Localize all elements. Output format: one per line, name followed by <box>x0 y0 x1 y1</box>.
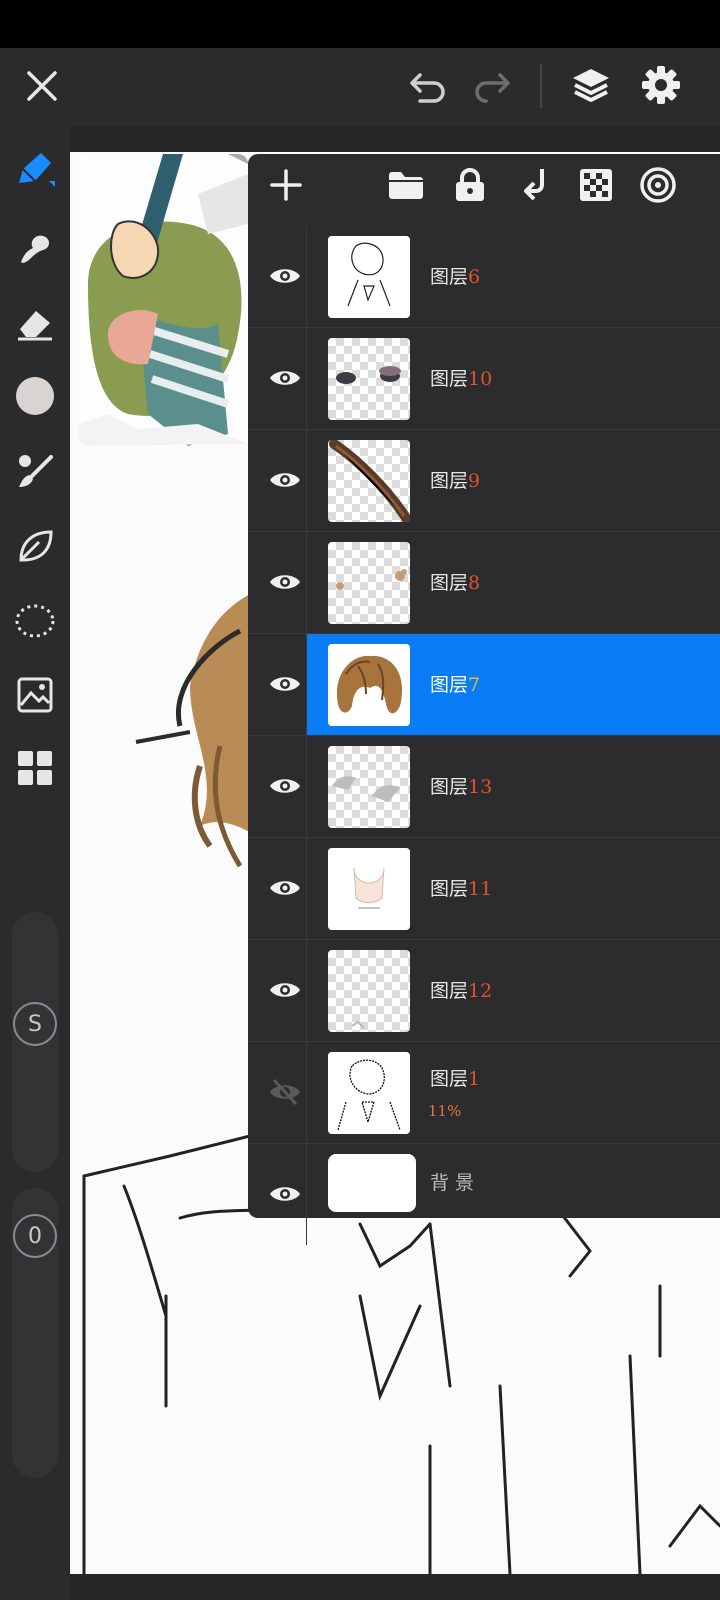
layer-row[interactable]: 图层7 <box>248 634 720 736</box>
eye-icon[interactable] <box>260 863 310 913</box>
eye-icon[interactable] <box>260 557 310 607</box>
layer-thumbnail[interactable] <box>328 440 410 522</box>
eye-icon[interactable] <box>260 659 310 709</box>
layer-thumbnail[interactable] <box>328 848 410 930</box>
leaf-icon[interactable] <box>8 519 62 573</box>
gear-icon[interactable] <box>636 60 686 110</box>
pen-tool-icon[interactable] <box>8 142 62 196</box>
layer-name: 图层12 <box>430 976 492 1003</box>
layer-row[interactable]: 图层8 <box>248 532 720 634</box>
eye-icon[interactable] <box>260 1169 310 1219</box>
grid-icon[interactable] <box>8 741 62 795</box>
layer-name: 背 景 <box>430 1168 474 1195</box>
layer-name: 图层9 <box>430 466 480 493</box>
divider <box>540 64 542 108</box>
eye-icon[interactable] <box>260 455 310 505</box>
layer-row[interactable]: 图层6 <box>248 226 720 328</box>
left-toolbar: S 0 <box>0 126 70 1600</box>
layer-row[interactable]: 图层12 <box>248 940 720 1042</box>
eye-hidden-icon[interactable] <box>260 1067 310 1117</box>
lock-icon[interactable] <box>448 160 492 210</box>
status-bar <box>0 0 720 48</box>
layer-name-prefix: 图层 <box>430 572 469 594</box>
layer-row[interactable]: 图层10 <box>248 328 720 430</box>
layer-name: 图层7 <box>430 670 480 697</box>
layer-opacity: 11% <box>428 1102 462 1120</box>
layer-row[interactable]: 图层1 11% <box>248 1042 720 1144</box>
layer-thumbnail[interactable] <box>328 338 410 420</box>
transparency-icon[interactable] <box>574 160 618 210</box>
layer-number: 10 <box>468 368 493 390</box>
layer-number: 12 <box>468 980 493 1002</box>
size-label[interactable]: S <box>13 1002 57 1046</box>
layer-name-prefix: 图层 <box>430 266 469 288</box>
layer-name-prefix: 图层 <box>430 470 469 492</box>
layer-row[interactable]: 图层13 <box>248 736 720 838</box>
layers-panel: 图层6 图层10 图层9 图层8 图层7 图层13 图层11 图层12 图层1 11% 背 景 <box>248 154 720 1245</box>
eye-icon[interactable] <box>260 761 310 811</box>
layer-name-prefix: 图层 <box>430 674 469 696</box>
layer-row[interactable]: 图层9 <box>248 430 720 532</box>
layer-thumbnail[interactable] <box>328 746 410 828</box>
layer-name-prefix: 图层 <box>430 878 469 900</box>
layer-name-prefix: 图层 <box>430 368 469 390</box>
undo-icon[interactable] <box>404 62 452 110</box>
layer-row[interactable]: 图层11 <box>248 838 720 940</box>
layer-name: 图层13 <box>430 772 492 799</box>
top-bar <box>0 48 720 126</box>
layer-number: 9 <box>468 470 481 492</box>
reference-image[interactable] <box>78 154 248 446</box>
layer-number: 11 <box>468 878 493 900</box>
add-layer-icon[interactable] <box>264 160 308 210</box>
layer-number: 1 <box>468 1068 481 1090</box>
layer-thumbnail[interactable] <box>328 236 410 318</box>
folder-icon[interactable] <box>384 160 428 210</box>
layer-thumbnail[interactable] <box>328 1052 410 1134</box>
layer-name: 图层8 <box>430 568 480 595</box>
eye-icon[interactable] <box>260 965 310 1015</box>
opacity-label[interactable]: 0 <box>13 1214 57 1258</box>
layer-name: 图层10 <box>430 364 492 391</box>
smudge-icon[interactable] <box>8 221 62 275</box>
settings-ring-icon[interactable] <box>636 160 680 210</box>
eye-icon[interactable] <box>260 251 310 301</box>
layer-thumbnail[interactable] <box>328 542 410 624</box>
layer-name: 图层1 <box>430 1064 480 1091</box>
layer-name-prefix: 图层 <box>430 776 469 798</box>
layer-row[interactable]: 背 景 <box>248 1144 720 1245</box>
layer-name: 图层11 <box>430 874 492 901</box>
canvas-border <box>70 126 720 152</box>
brush-icon[interactable] <box>8 444 62 498</box>
layer-thumbnail[interactable] <box>328 644 410 726</box>
lasso-select-icon[interactable] <box>8 594 62 648</box>
color-swatch[interactable] <box>8 369 62 423</box>
merge-down-icon[interactable] <box>512 160 556 210</box>
layer-name: 图层6 <box>430 262 480 289</box>
layer-thumbnail[interactable] <box>328 950 410 1032</box>
layer-name-prefix: 图层 <box>430 1068 469 1090</box>
layer-number: 13 <box>468 776 493 798</box>
redo-icon[interactable] <box>468 62 516 110</box>
layer-number: 7 <box>468 674 481 696</box>
layer-thumbnail[interactable] <box>328 1154 416 1212</box>
image-import-icon[interactable] <box>8 668 62 722</box>
layer-name-prefix: 背 景 <box>430 1172 475 1194</box>
layer-name-prefix: 图层 <box>430 980 469 1002</box>
layer-number: 6 <box>468 266 481 288</box>
eye-icon[interactable] <box>260 353 310 403</box>
close-icon[interactable] <box>18 62 66 110</box>
eraser-icon[interactable] <box>8 296 62 350</box>
canvas-bottom-border <box>70 1574 720 1600</box>
layer-number: 8 <box>468 572 481 594</box>
layers-icon[interactable] <box>566 60 616 110</box>
